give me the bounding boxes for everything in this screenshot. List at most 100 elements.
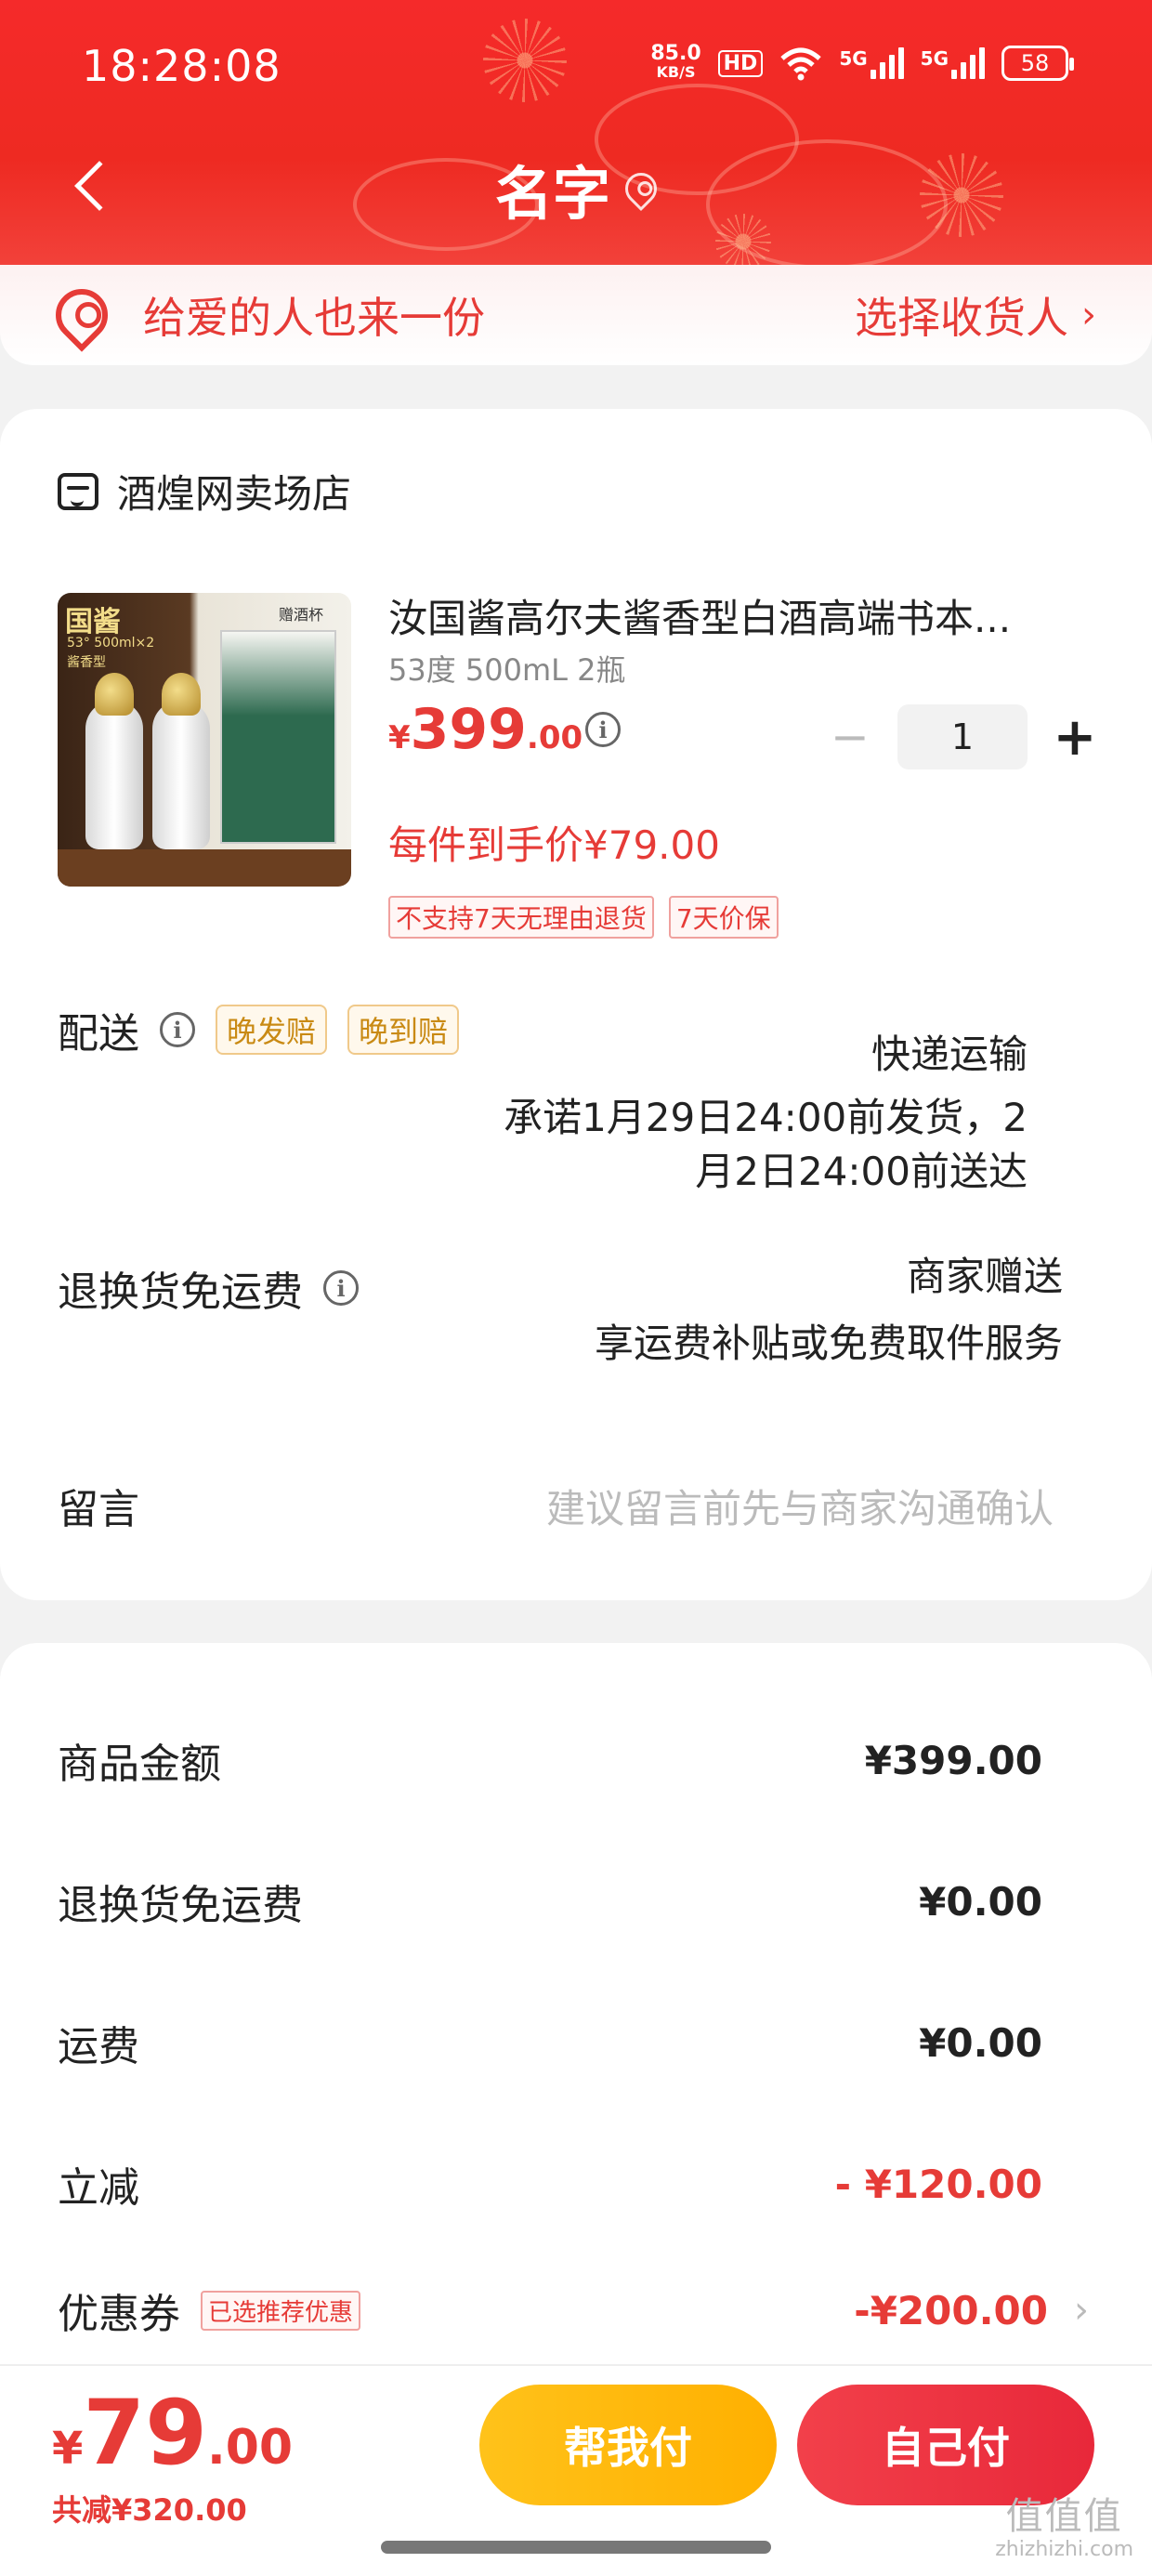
product-image-gift: 赠酒杯 (278, 606, 323, 624)
delivery-row: 配送 i 晚发赔 晚到赔 (58, 1000, 460, 1059)
order-item-card: 酒煌网卖场店 国酱 53° 500ml×2 酱香型 赠酒杯 汝国酱高尔夫酱香型白… (0, 409, 1152, 1600)
product-image-table (58, 849, 351, 887)
address-card[interactable]: 给爱的人也来一份 选择收货人 › (0, 265, 1152, 365)
return-info[interactable]: 商家赠送 享运费补贴或免费取件服务 (595, 1243, 1063, 1377)
home-indicator[interactable] (381, 2541, 771, 2554)
location-pin-icon[interactable] (618, 165, 664, 212)
info-icon[interactable]: i (160, 1012, 195, 1047)
chevron-right-icon: › (1074, 2289, 1089, 2332)
info-icon[interactable]: i (323, 1270, 359, 1306)
tag-price-protect: 7天价保 (668, 896, 779, 939)
signal-icon: 5G (839, 47, 904, 79)
net-speed: 85.0 KB/S (650, 42, 701, 82)
summary-value: ¥0.00 (919, 2019, 1042, 2066)
summary-label: 商品金额 (58, 1741, 221, 1788)
store-row[interactable]: 酒煌网卖场店 (58, 463, 351, 519)
price-integer: 399 (410, 697, 527, 762)
summary-label: 退换货免运费 (58, 1882, 303, 1929)
summary-label: 运费 (58, 2023, 139, 2070)
summary-row: 立减 - ¥120.00 (58, 2154, 1042, 2214)
message-input[interactable]: 建议留言前先与商家沟通确认 (546, 1478, 1054, 1534)
total-decimal: .00 (207, 2420, 294, 2476)
delivery-info[interactable]: 快递运输 承诺1月29日24:00前发货，2 月2日24:00前送达 (504, 1028, 1028, 1199)
hd-icon: HD (717, 49, 764, 77)
price-summary-card: 商品金额 ¥399.00 退换货免运费 ¥0.00 运费 ¥0.00 立减 - … (0, 1643, 1152, 2405)
delivery-label: 配送 (58, 1010, 139, 1058)
self-pay-button[interactable]: 自己付 (797, 2385, 1094, 2505)
delivery-method: 快递运输 (871, 1032, 1028, 1077)
wifi-icon (780, 47, 821, 81)
coupon-label: 优惠券 (58, 2291, 180, 2338)
return-value: 享运费补贴或免费取件服务 (594, 1321, 1063, 1366)
badge-late-ship: 晚发赔 (216, 1005, 328, 1055)
product-image-brand: 国酱 (65, 606, 121, 638)
summary-label: 立减 (58, 2164, 139, 2212)
return-label: 退换货免运费 (58, 1268, 303, 1316)
product-image-cap (162, 673, 201, 716)
product-spec[interactable]: 53度 500mL 2瓶 (388, 647, 626, 690)
store-icon (58, 472, 98, 510)
net-speed-unit: KB/S (656, 63, 696, 81)
increase-button[interactable]: + (1052, 707, 1098, 768)
delivery-promise: 月2日24:00前送达 (695, 1149, 1028, 1194)
decrease-button[interactable]: − (827, 710, 873, 764)
net-speed-value: 85.0 (650, 42, 701, 65)
product-image-box (220, 630, 336, 844)
status-icons: 85.0 KB/S HD 5G 5G 58 (650, 42, 1074, 82)
signal-label: 5G (920, 47, 949, 70)
page-title: 名字 (0, 147, 1152, 230)
total-saved[interactable]: 共减¥320.00 (52, 2487, 247, 2530)
coupon-value: -¥200.00 (854, 2287, 1048, 2333)
product-image-bottle (85, 701, 143, 849)
info-icon[interactable]: i (585, 712, 621, 747)
quantity-stepper: − 1 + (827, 704, 1098, 769)
return-value: 商家赠送 (906, 1254, 1063, 1299)
summary-row: 运费 ¥0.00 (58, 2013, 1042, 2072)
firework-decoration (483, 19, 567, 102)
total-currency: ¥ (52, 2423, 84, 2475)
total-integer: 79 (83, 2381, 207, 2485)
product-image[interactable]: 国酱 53° 500ml×2 酱香型 赠酒杯 (58, 593, 351, 887)
watermark: 值值值 zhizhizhi.com (995, 2494, 1133, 2561)
location-pin-icon (45, 278, 119, 352)
product-image-cap (95, 673, 134, 716)
product-title[interactable]: 汝国酱高尔夫酱香型白酒高端书本... (388, 587, 1076, 644)
quantity-input[interactable]: 1 (897, 704, 1028, 769)
total-price: ¥ 79 .00 (52, 2381, 293, 2485)
message-label: 留言 (58, 1486, 139, 1533)
coupon-row[interactable]: 优惠券 已选推荐优惠 -¥200.00 › (58, 2280, 1089, 2340)
signal-icon: 5G (921, 47, 985, 79)
select-recipient-label: 选择收货人 (855, 293, 1068, 343)
message-row: 留言 (58, 1476, 139, 1535)
watermark-domain: zhizhizhi.com (995, 2538, 1133, 2561)
final-price: 每件到手价¥79.00 (388, 822, 720, 868)
address-prompt: 给爱的人也来一份 (143, 293, 485, 343)
badge-late-arrive: 晚到赔 (347, 1005, 460, 1055)
summary-row: 商品金额 ¥399.00 (58, 1730, 1042, 1790)
status-time: 18:28:08 (82, 41, 281, 91)
product-image-sub: 酱香型 (67, 655, 106, 670)
watermark-logo: 值值值 (1005, 2495, 1123, 2538)
header: 18:28:08 85.0 KB/S HD 5G 5G 58 名字 (0, 0, 1152, 265)
page-title-text: 名字 (494, 160, 610, 228)
signal-label: 5G (839, 47, 868, 70)
summary-value: - ¥120.00 (834, 2161, 1042, 2207)
delivery-promise: 承诺1月29日24:00前发货，2 (504, 1095, 1028, 1140)
return-row: 退换货免运费 i (58, 1258, 359, 1318)
battery-icon: 58 (1001, 46, 1074, 81)
product-image-sub: 53° 500ml×2 (67, 636, 155, 651)
help-pay-button[interactable]: 帮我付 (479, 2385, 777, 2505)
chevron-right-icon: › (1081, 294, 1096, 336)
product-price: ¥ 399 .00 (388, 697, 583, 762)
tag-no-return: 不支持7天无理由退货 (388, 896, 654, 939)
summary-row: 退换货免运费 ¥0.00 (58, 1872, 1042, 1931)
select-recipient-button[interactable]: 选择收货人 › (855, 284, 1096, 346)
product-tags: 不支持7天无理由退货 7天价保 (388, 896, 779, 939)
store-name: 酒煌网卖场店 (117, 471, 352, 517)
product-image-bottle (152, 701, 210, 849)
price-decimal: .00 (526, 719, 583, 756)
coupon-tag: 已选推荐优惠 (201, 2290, 361, 2331)
summary-value: ¥0.00 (919, 1878, 1042, 1925)
summary-value: ¥399.00 (864, 1737, 1042, 1783)
price-currency: ¥ (388, 719, 411, 756)
